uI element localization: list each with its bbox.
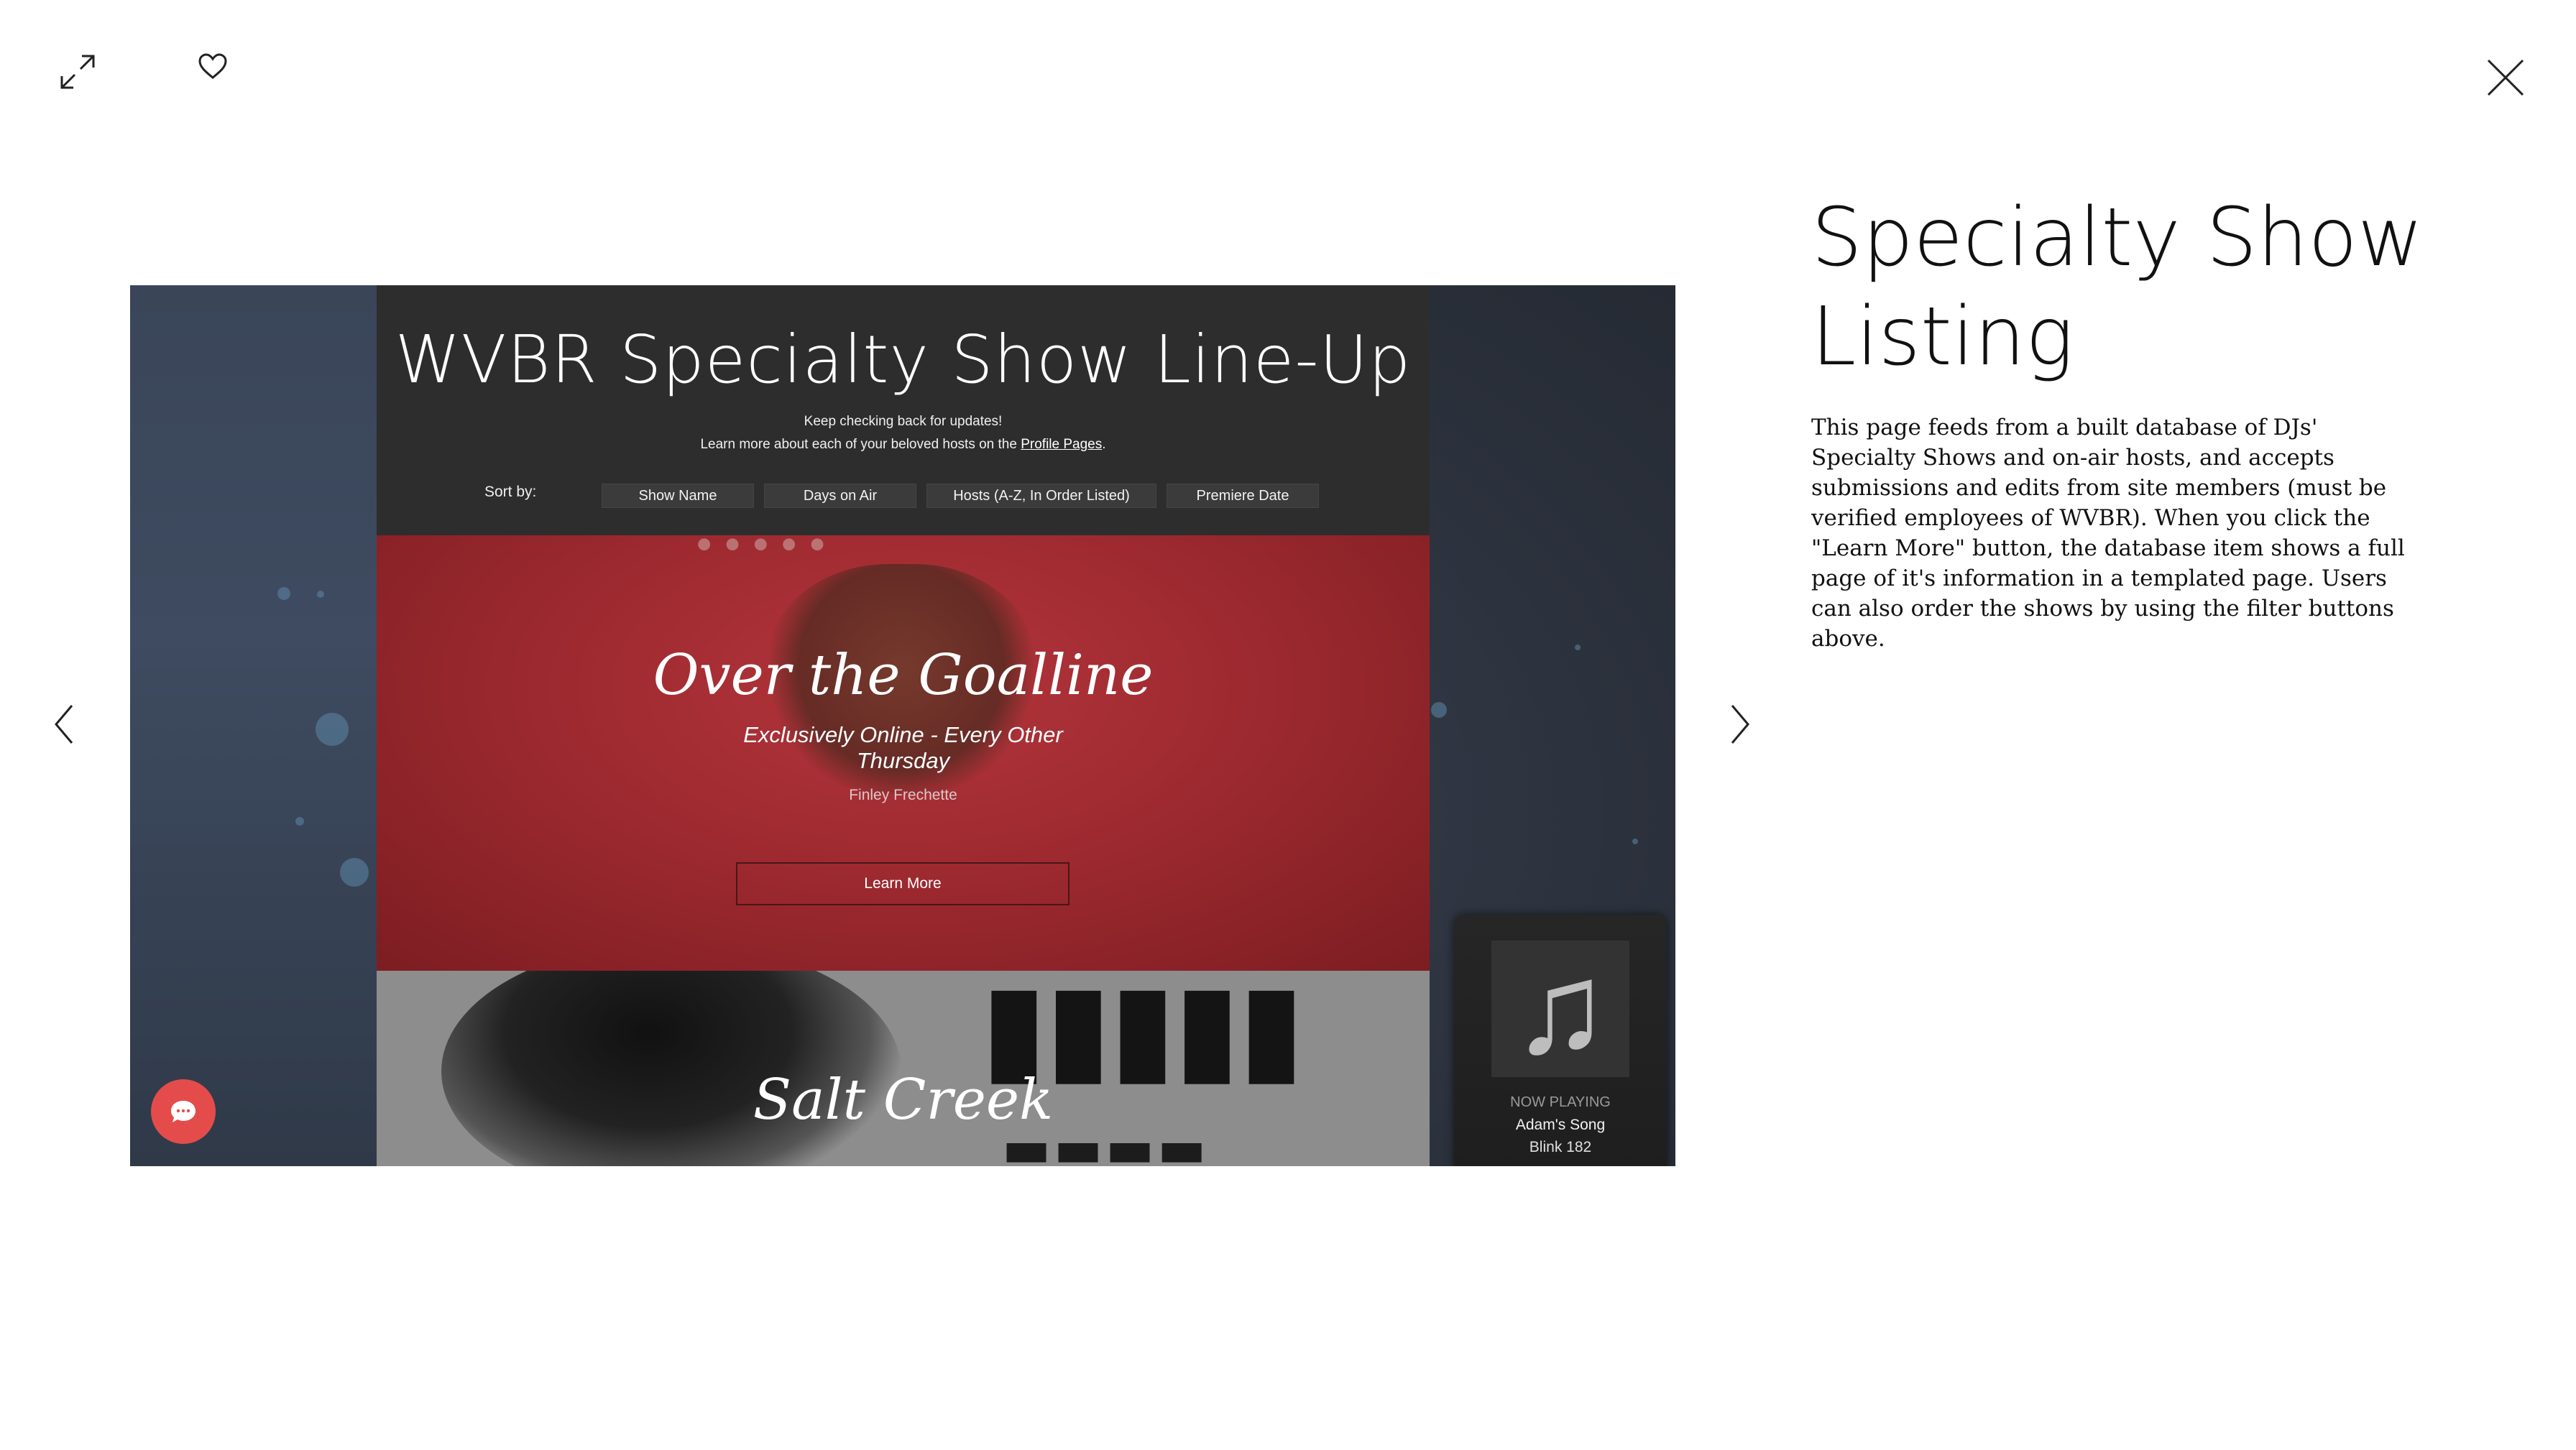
show-schedule: Exclusively Online - Every Other Thursda… <box>743 722 1063 773</box>
project-title: Specialty Show Listing <box>1811 188 2458 387</box>
bokeh-dot <box>1575 645 1581 650</box>
project-description: This page feeds from a built database of… <box>1811 415 2405 652</box>
subtitle-suffix: . <box>1102 437 1106 452</box>
show-card: ▮▮▮▮▮ ▬▬▬▬ Salt Creek <box>377 971 1430 1166</box>
show-host: Finley Frechette <box>849 787 957 803</box>
now-playing-label: NOW PLAYING <box>1510 1094 1611 1110</box>
artist-name: Blink 182 <box>1529 1139 1592 1155</box>
bokeh-dot <box>277 587 290 600</box>
chevron-right-icon <box>1731 705 1749 744</box>
sort-days-button[interactable]: Days on Air <box>764 484 916 508</box>
sort-premiere-button[interactable]: Premiere Date <box>1167 484 1319 508</box>
like-button[interactable] <box>191 47 234 85</box>
bokeh-dot <box>1431 702 1447 718</box>
chat-bubble-icon <box>171 1101 196 1122</box>
close-button[interactable] <box>2480 52 2531 103</box>
gallery-image: WVBR Specialty Show Line-Up Keep checkin… <box>130 285 1675 1166</box>
site-subtitle-links: Learn more about each of your beloved ho… <box>377 437 1430 453</box>
site-title: WVBR Specialty Show Line-Up <box>395 321 1412 398</box>
profile-pages-link[interactable]: Profile Pages <box>1021 437 1102 452</box>
project-title-line: Listing <box>1811 290 2074 384</box>
next-button[interactable] <box>1724 701 1755 747</box>
expand-button[interactable] <box>52 46 104 98</box>
close-x-icon <box>2487 59 2524 96</box>
subtitle-text: Learn more about each of your beloved ho… <box>700 437 1021 452</box>
site-header: WVBR Specialty Show Line-Up Keep checkin… <box>377 285 1430 535</box>
song-title: Adam's Song <box>1515 1117 1606 1133</box>
music-note-icon: ♫ <box>1491 941 1629 1077</box>
bokeh-dot <box>316 713 349 746</box>
bokeh-dot <box>340 858 369 887</box>
bokeh-dot <box>295 817 304 826</box>
bokeh-dot <box>1632 839 1638 844</box>
chevron-left-icon <box>55 705 73 744</box>
bokeh-dot <box>317 591 324 598</box>
music-player-widget[interactable]: ♫ NOW PLAYING Adam's Song Blink 182 <box>1454 915 1667 1166</box>
show-card: ····· Over the Goalline Exclusively Onli… <box>377 535 1430 971</box>
show-title: Over the Goalline <box>653 643 1154 708</box>
sort-hosts-button[interactable]: Hosts (A-Z, In Order Listed) <box>926 484 1156 508</box>
project-title-line: Specialty Show <box>1811 191 2424 285</box>
show-title: Salt Creek <box>753 1068 1054 1132</box>
expand-arrows-icon <box>60 55 95 89</box>
previous-button[interactable] <box>49 701 80 747</box>
sort-show-name-button[interactable]: Show Name <box>602 484 754 508</box>
chat-button[interactable] <box>151 1079 216 1144</box>
site-subtitle: Keep checking back for updates! <box>804 414 1003 429</box>
background-lettering: ····· <box>693 535 834 583</box>
website-screenshot: WVBR Specialty Show Line-Up Keep checkin… <box>377 285 1430 1166</box>
learn-more-button[interactable]: Learn More <box>736 862 1070 905</box>
sort-label: Sort by: <box>484 484 537 500</box>
heart-icon <box>198 53 227 79</box>
